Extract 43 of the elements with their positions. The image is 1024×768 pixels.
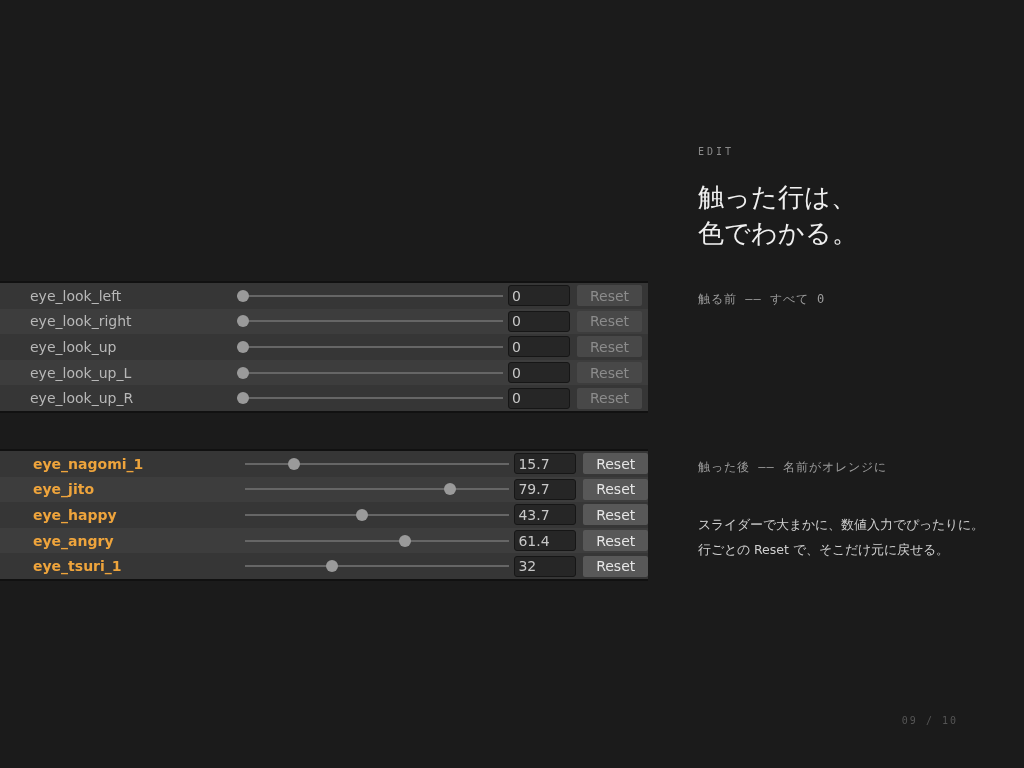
slider-thumb[interactable] <box>325 560 338 573</box>
description-text: スライダーで大まかに、数値入力でぴったりに。 <box>698 515 985 534</box>
blendshape-name: eye_jito <box>32 481 96 498</box>
value-field[interactable]: 79.7 <box>514 478 577 500</box>
value-field[interactable]: 0 <box>508 362 570 384</box>
blendshape-name: eye_look_up_L <box>29 364 133 381</box>
value-field[interactable]: 0 <box>508 387 570 409</box>
panel-caption: 触る前 —— すべて 0 <box>698 291 827 308</box>
blendshape-name: eye_tsuri_1 <box>32 558 123 575</box>
slider-thumb[interactable] <box>237 341 249 353</box>
value-field[interactable]: 43.7 <box>514 504 577 526</box>
slider-thumb[interactable] <box>237 289 249 302</box>
description-text: 行ごとの Reset で、そこだけ元に戻せる。 <box>698 540 950 559</box>
value-field[interactable]: 0 <box>508 336 570 358</box>
blendshape-name: eye_look_left <box>29 287 123 304</box>
value-field[interactable]: 32 <box>514 555 577 577</box>
blendshape-name: eye_look_up_R <box>29 390 135 407</box>
slider-thumb[interactable] <box>237 315 249 328</box>
slider-thumb[interactable] <box>237 366 249 379</box>
slider-thumb[interactable] <box>444 483 457 496</box>
value-field[interactable]: 15.7 <box>514 453 577 475</box>
slider-thumb[interactable] <box>398 534 411 547</box>
blendshape-name: eye_look_right <box>29 313 133 330</box>
reset-button[interactable]: Reset <box>583 504 648 526</box>
value-field[interactable]: 0 <box>508 310 570 332</box>
reset-button[interactable]: Reset <box>583 555 648 577</box>
slide-heading: 色でわかる。 <box>698 217 858 250</box>
slider-thumb[interactable] <box>237 392 249 405</box>
page-number: 09 / 10 <box>901 714 958 726</box>
blendshape-name: eye_nagomi_1 <box>32 455 145 472</box>
blendshape-name: eye_look_up <box>29 339 118 355</box>
reset-button[interactable]: Reset <box>583 453 648 475</box>
value-field[interactable]: 61.4 <box>514 530 577 552</box>
slider-thumb[interactable] <box>287 457 300 470</box>
panel-caption: 触った後 —— 名前がオレンジに <box>698 458 888 476</box>
blendshape-name: eye_happy <box>32 506 118 523</box>
reset-button[interactable]: Reset <box>583 530 648 552</box>
slide-heading: 触った行は、 <box>698 181 857 214</box>
slider-thumb[interactable] <box>355 508 368 521</box>
section-label: EDIT <box>698 146 736 157</box>
value-field[interactable]: 0 <box>508 285 570 307</box>
reset-button[interactable]: Reset <box>583 478 648 500</box>
blendshape-name: eye_angry <box>32 532 115 549</box>
